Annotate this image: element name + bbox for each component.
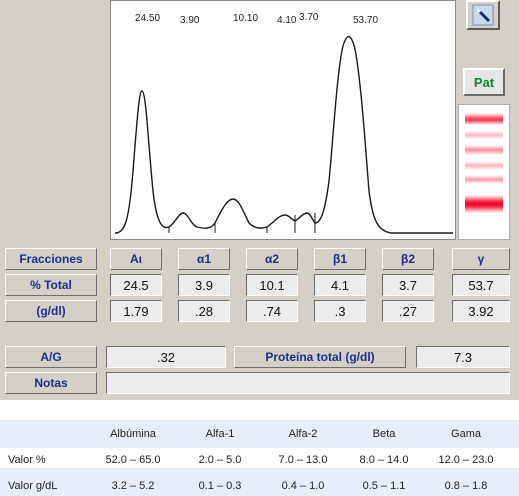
magic-wand-icon <box>472 4 494 26</box>
percent-gamma: 53.7 <box>452 274 510 296</box>
row-header-percent-total: % Total <box>5 274 97 296</box>
protein-total-value: 7.3 <box>416 346 510 368</box>
densitogram-svg <box>114 35 453 234</box>
gdl-beta2: .27 <box>382 300 434 322</box>
peak-label-beta2: 3.70 <box>299 12 319 23</box>
reference-row-percent: Valor % 52.0 – 65.0 2.0 – 5.0 7.0 – 13.0… <box>0 448 519 468</box>
reference-column-alfa1: Alfa-1 <box>205 428 235 440</box>
notes-field[interactable] <box>106 372 510 394</box>
reference-cell: 0.4 – 1.0 <box>281 480 325 492</box>
fraction-header-albumin: Aι <box>110 248 162 270</box>
reference-cell: 3.2 – 5.2 <box>111 480 155 492</box>
reference-row-label: Valor % <box>8 454 46 466</box>
fraction-header-gamma: γ <box>452 248 510 270</box>
peak-label-alpha1: 3.90 <box>180 15 200 26</box>
gel-band <box>465 195 503 213</box>
row-header-gdl: (g/dl) <box>5 300 97 322</box>
percent-alpha1: 3.9 <box>178 274 230 296</box>
reference-row-gdl: Valor g/dL 3.2 – 5.2 0.1 – 0.3 0.4 – 1.0… <box>0 468 519 496</box>
ag-label: A/G <box>5 346 97 368</box>
peak-label-gamma: 53.70 <box>353 15 379 26</box>
reference-cell: 0.1 – 0.3 <box>198 480 242 492</box>
percent-alpha2: 10.1 <box>246 274 298 296</box>
reference-cell: 2.0 – 5.0 <box>198 454 242 466</box>
electrophoresis-panel: 24.50 3.90 10.10 4.10 3.70 53.70 Pat Fra… <box>0 0 519 400</box>
gel-band <box>465 131 503 139</box>
percent-beta1: 4.1 <box>314 274 366 296</box>
percent-beta2: 3.7 <box>382 274 434 296</box>
reference-cell: 0.8 – 1.8 <box>444 480 488 492</box>
fraction-header-beta1: β1 <box>314 248 366 270</box>
gdl-albumin: 1.79 <box>110 300 162 322</box>
fraction-header-alpha1: α1 <box>178 248 230 270</box>
gdl-beta1: .3 <box>314 300 366 322</box>
gdl-alpha2: .74 <box>246 300 298 322</box>
peak-label-albumin: 24.50 <box>135 13 161 24</box>
percent-albumin: 24.5 <box>110 274 162 296</box>
gel-band <box>465 113 503 125</box>
reference-cell: 52.0 – 65.0 <box>105 454 161 466</box>
pat-button[interactable]: Pat <box>463 68 505 96</box>
gel-band <box>465 175 503 184</box>
densitogram-curve <box>114 35 453 234</box>
reference-column-beta: Beta <box>372 428 396 440</box>
reference-cell: 0.5 – 1.1 <box>362 480 406 492</box>
gdl-alpha1: .28 <box>178 300 230 322</box>
protein-total-label: Proteína total (g/dl) <box>234 346 406 368</box>
gel-band <box>465 161 503 170</box>
reference-cell: 8.0 – 14.0 <box>359 454 409 466</box>
row-header-fracciones: Fracciones <box>5 248 97 270</box>
reference-header-row: Albúmina Alfa-1 Alfa-2 Beta Gama <box>0 420 519 448</box>
peak-label-beta1: 4.10 <box>277 15 297 26</box>
reference-column-albumina: Albúmina <box>110 428 156 440</box>
notes-label: Notas <box>5 372 97 394</box>
peak-label-alpha2: 10.10 <box>233 13 259 24</box>
electrophoresis-plot: 24.50 3.90 10.10 4.10 3.70 53.70 <box>110 0 456 240</box>
fraction-header-beta2: β2 <box>382 248 434 270</box>
reference-row-label: Valor g/dL <box>8 480 58 492</box>
reference-column-gama: Gama <box>451 428 481 440</box>
gel-strip <box>458 104 510 240</box>
magic-wand-button[interactable] <box>466 0 500 30</box>
reference-column-alfa2: Alfa-2 <box>288 428 318 440</box>
gdl-gamma: 3.92 <box>452 300 510 322</box>
reference-cell: 7.0 – 13.0 <box>278 454 328 466</box>
reference-cell: 12.0 – 23.0 <box>438 454 494 466</box>
ag-value: .32 <box>106 346 226 368</box>
fraction-header-alpha2: α2 <box>246 248 298 270</box>
reference-table: Albúmina Alfa-1 Alfa-2 Beta Gama Valor %… <box>0 420 519 496</box>
gel-band <box>465 145 503 155</box>
